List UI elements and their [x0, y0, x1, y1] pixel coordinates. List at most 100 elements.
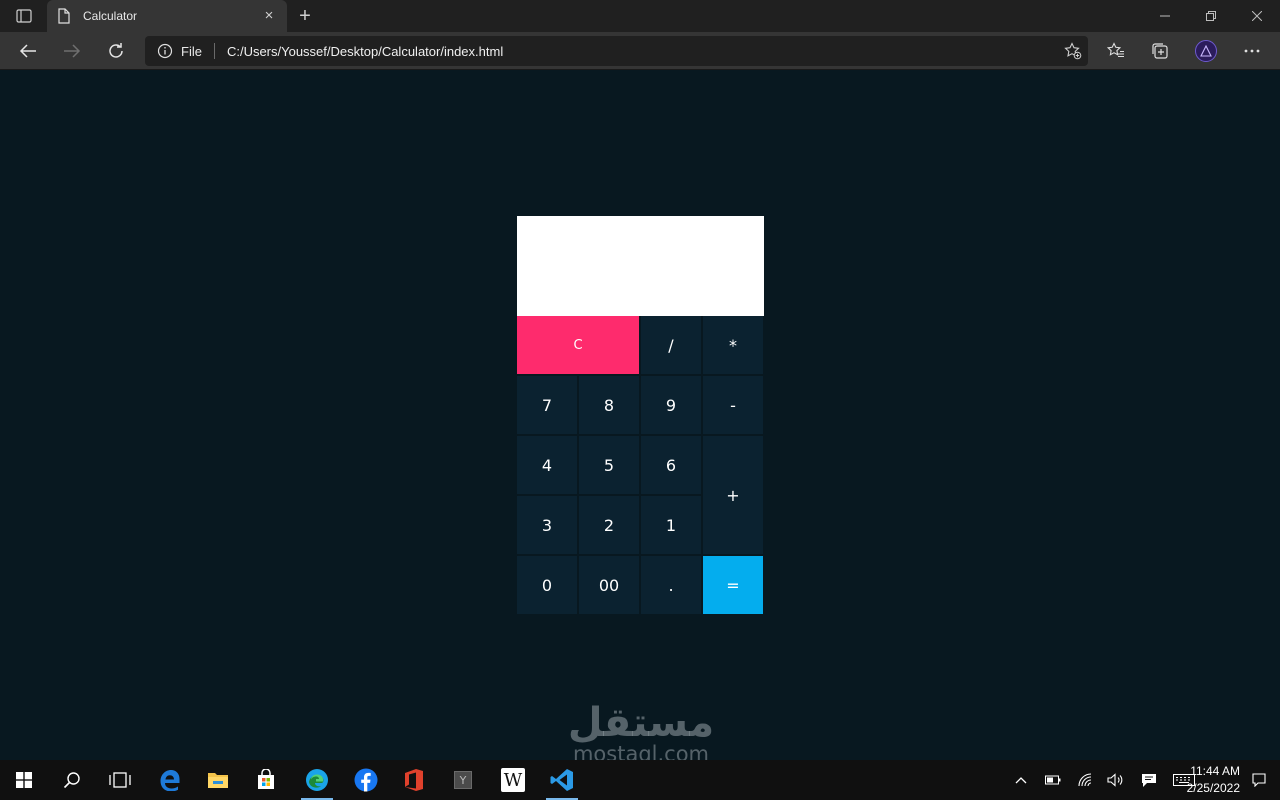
- address-bar[interactable]: File C:/Users/Youssef/Desktop/Calculator…: [145, 36, 1088, 66]
- search-button[interactable]: [48, 760, 96, 800]
- vscode-app[interactable]: [538, 760, 586, 800]
- taskbar: Y W 11:44 AM 2/25/2022: [0, 760, 1280, 800]
- wikipedia-app[interactable]: W: [489, 760, 537, 800]
- close-tab-icon[interactable]: ×: [261, 8, 277, 24]
- profile-button[interactable]: [1190, 36, 1222, 66]
- file-explorer-icon: [208, 773, 228, 788]
- facebook-icon: [354, 768, 378, 792]
- info-icon[interactable]: [157, 43, 173, 59]
- edge-icon: [306, 769, 328, 791]
- close-window-button[interactable]: [1234, 0, 1280, 32]
- volume-button[interactable]: [1104, 760, 1128, 800]
- forward-arrow-icon: [64, 44, 81, 58]
- app-y-icon: Y: [454, 771, 472, 789]
- minimize-button[interactable]: [1142, 0, 1188, 32]
- close-icon: [1252, 11, 1262, 21]
- minimize-icon: [1160, 15, 1170, 17]
- seven-button[interactable]: 7: [517, 376, 577, 434]
- plus-button[interactable]: +: [703, 436, 763, 554]
- tab-title: Calculator: [83, 9, 138, 23]
- refresh-button[interactable]: [100, 36, 132, 66]
- notification-icon: [1252, 773, 1266, 787]
- task-view-icon: [109, 772, 131, 788]
- task-view-button[interactable]: [96, 760, 144, 800]
- favorites-button[interactable]: [1100, 36, 1132, 66]
- three-button[interactable]: 3: [517, 496, 577, 554]
- back-button[interactable]: [12, 36, 44, 66]
- store-app[interactable]: [242, 760, 290, 800]
- store-icon: [258, 769, 274, 789]
- chat-icon: [1142, 773, 1156, 787]
- settings-menu-button[interactable]: [1236, 36, 1268, 66]
- page-icon: [57, 8, 73, 24]
- vscode-icon: [550, 769, 573, 791]
- clock-time: 11:44 AM: [1190, 764, 1240, 778]
- scheme-label: File: [181, 43, 202, 59]
- window-controls: [1142, 0, 1280, 32]
- back-arrow-icon: [19, 44, 36, 58]
- five-button[interactable]: 5: [579, 436, 639, 494]
- office-icon: [405, 769, 423, 791]
- input-indicator-button[interactable]: [1137, 760, 1161, 800]
- battery-icon: [1045, 775, 1061, 785]
- calculator-display[interactable]: [517, 216, 764, 316]
- edge-app[interactable]: [293, 760, 341, 800]
- network-button[interactable]: [1074, 760, 1098, 800]
- add-favorite-icon[interactable]: [1058, 36, 1088, 66]
- more-icon: [1244, 49, 1260, 53]
- show-hidden-icons-button[interactable]: [1010, 760, 1032, 800]
- clock-date: 2/25/2022: [1186, 781, 1240, 795]
- wifi-icon: [1078, 773, 1092, 787]
- divide-button[interactable]: /: [641, 316, 701, 374]
- calculator: C / * 7 8 9 - 4 5 6 + 3 2 1 0 00 . =: [517, 216, 764, 614]
- restore-button[interactable]: [1188, 0, 1234, 32]
- one-button[interactable]: 1: [641, 496, 701, 554]
- multiply-button[interactable]: *: [703, 316, 763, 374]
- tab-actions-icon: [16, 9, 32, 23]
- chevron-up-icon: [1015, 777, 1027, 784]
- four-button[interactable]: 4: [517, 436, 577, 494]
- app-y[interactable]: Y: [439, 760, 487, 800]
- clear-button[interactable]: C: [517, 316, 639, 374]
- keypad: C / * 7 8 9 - 4 5 6 + 3 2 1 0 00 . =: [517, 316, 764, 614]
- new-tab-button[interactable]: +: [292, 4, 318, 28]
- page-content: C / * 7 8 9 - 4 5 6 + 3 2 1 0 00 . =: [0, 71, 1280, 760]
- two-button[interactable]: 2: [579, 496, 639, 554]
- battery-button[interactable]: [1041, 760, 1065, 800]
- start-button[interactable]: [0, 760, 48, 800]
- watermark-arabic: مستقل: [567, 700, 715, 746]
- equals-button[interactable]: =: [703, 556, 763, 614]
- favorites-icon: [1107, 42, 1124, 58]
- address-separator: [213, 43, 215, 59]
- eight-button[interactable]: 8: [579, 376, 639, 434]
- clock[interactable]: 11:44 AM 2/25/2022: [1187, 763, 1240, 797]
- forward-button[interactable]: [56, 36, 88, 66]
- facebook-app[interactable]: [342, 760, 390, 800]
- browser-toolbar: File C:/Users/Youssef/Desktop/Calculator…: [0, 32, 1280, 70]
- tab-calculator[interactable]: Calculator ×: [47, 0, 287, 32]
- watermark: مستقل mostaql.com: [556, 703, 726, 765]
- file-explorer-app[interactable]: [194, 760, 242, 800]
- office-app[interactable]: [390, 760, 438, 800]
- start-icon: [16, 772, 32, 788]
- restore-icon: [1206, 11, 1216, 21]
- notification-center-button[interactable]: [1244, 760, 1274, 800]
- tab-actions-button[interactable]: [10, 6, 38, 26]
- minus-button[interactable]: -: [703, 376, 763, 434]
- collections-icon: [1152, 43, 1168, 59]
- six-button[interactable]: 6: [641, 436, 701, 494]
- speaker-icon: [1107, 773, 1123, 787]
- search-icon: [63, 772, 80, 789]
- zero-button[interactable]: 0: [517, 556, 577, 614]
- decimal-button[interactable]: .: [641, 556, 701, 614]
- tab-bar: Calculator × +: [0, 0, 1280, 32]
- avatar: [1195, 40, 1217, 62]
- wikipedia-icon: W: [501, 768, 525, 792]
- refresh-icon: [109, 43, 123, 58]
- double-zero-button[interactable]: 00: [579, 556, 639, 614]
- edge-legacy-app[interactable]: [146, 760, 194, 800]
- nine-button[interactable]: 9: [641, 376, 701, 434]
- collections-button[interactable]: [1144, 36, 1176, 66]
- edge-legacy-icon: [160, 770, 180, 791]
- url-text[interactable]: C:/Users/Youssef/Desktop/Calculator/inde…: [227, 44, 1058, 59]
